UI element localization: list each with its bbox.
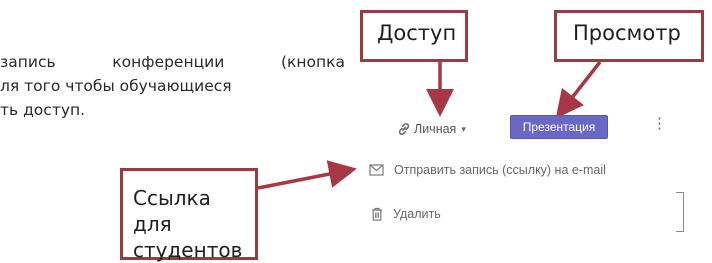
- menu-item-delete-label: Удалить: [393, 207, 441, 221]
- arrow-to-presentation: [555, 60, 602, 119]
- menu-item-delete[interactable]: Удалить: [371, 207, 441, 221]
- chevron-down-icon: ▾: [461, 123, 466, 134]
- instruction-paragraph: запись конференции (кнопка ля того чтобы…: [0, 50, 345, 122]
- envelope-icon: [369, 164, 384, 176]
- callout-student-link-line-2: студентов: [133, 238, 243, 262]
- presentation-button[interactable]: Презентация: [510, 115, 608, 139]
- callout-preview: Просмотр: [554, 10, 704, 62]
- paragraph-line-1: запись конференции (кнопка: [0, 53, 345, 71]
- menu-item-send-email-label: Отправить запись (ссылку) на e-mail: [394, 163, 606, 177]
- trash-icon: [371, 207, 383, 221]
- presentation-button-label: Презентация: [522, 120, 596, 134]
- callout-access: Доступ: [360, 10, 468, 62]
- link-icon: [396, 121, 412, 137]
- callout-preview-label: Просмотр: [573, 21, 681, 45]
- paragraph-line-3: ть доступ.: [0, 101, 86, 119]
- callout-student-link: Ссылка для студентов: [120, 168, 258, 262]
- more-vert-icon[interactable]: ⋮: [652, 116, 667, 131]
- arrow-to-email: [257, 160, 357, 190]
- callout-access-label: Доступ: [377, 21, 457, 45]
- visibility-dropdown[interactable]: Личная ▾: [396, 121, 466, 137]
- callout-student-link-line-1: Ссылка для: [133, 186, 211, 236]
- visibility-label: Личная: [414, 122, 457, 136]
- panel-edge: [676, 192, 684, 232]
- menu-item-send-email[interactable]: Отправить запись (ссылку) на e-mail: [369, 163, 606, 177]
- paragraph-line-2: ля того чтобы обучающиеся: [0, 77, 232, 95]
